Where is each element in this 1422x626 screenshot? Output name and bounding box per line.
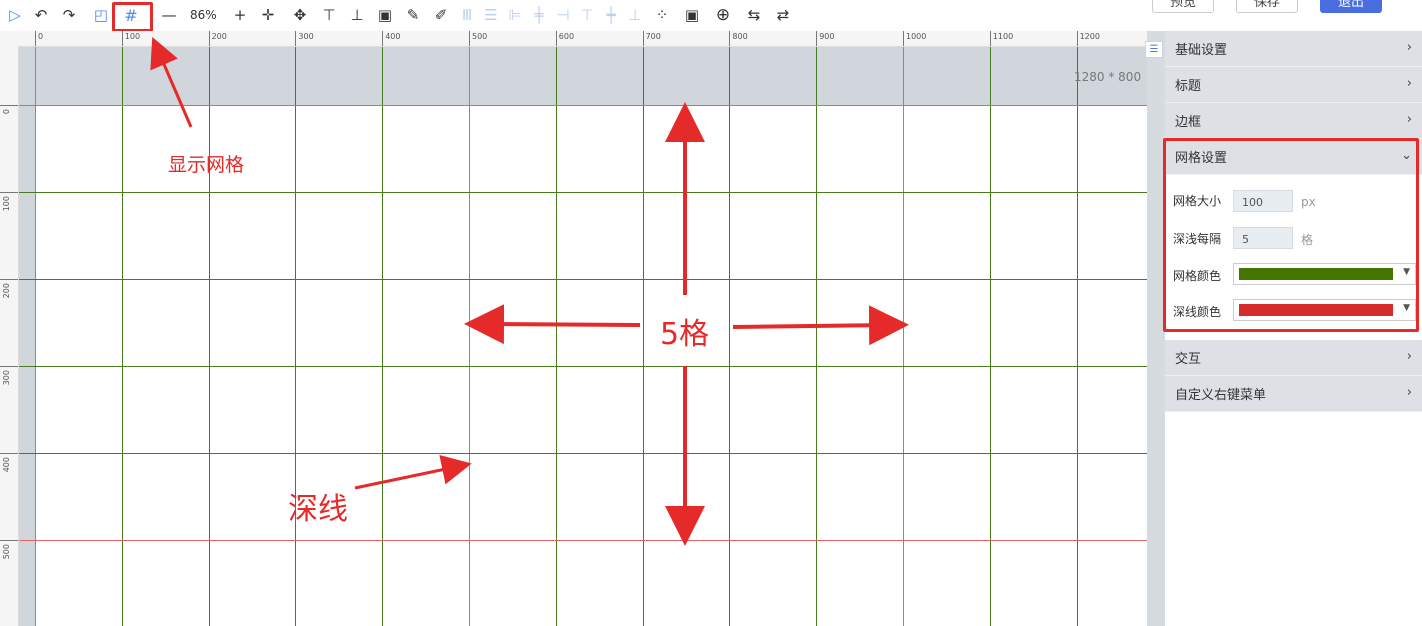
annotation-deep-line: 深线 [288,492,348,527]
arrow-to-grid-button [150,36,193,128]
annotation-show-grid: 显示网格 [168,154,245,176]
annotation-arrows [150,36,909,546]
arrow-left [464,304,641,345]
annotation-five-cells: 5格 [660,317,710,352]
arrow-to-deep-line [354,455,472,490]
arrow-right [732,305,909,346]
